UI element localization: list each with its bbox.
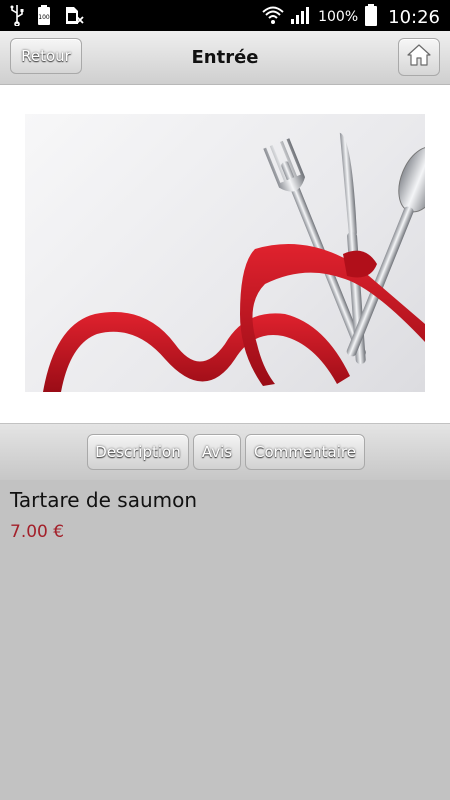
tab-commentaire[interactable]: Commentaire: [245, 434, 365, 470]
clock: 10:26: [388, 6, 440, 28]
sim-blocked-icon: [64, 4, 84, 30]
tab-description[interactable]: Description: [87, 434, 189, 470]
photo-area: [0, 85, 450, 423]
battery-100-icon: 100: [36, 4, 52, 30]
page-title: Entrée: [191, 47, 259, 68]
status-bar: 100 100% 10:26: [0, 0, 450, 31]
tab-bar: Description Avis Commentaire: [0, 424, 450, 480]
signal-icon: [290, 5, 312, 29]
cutlery-with-red-ribbon-image: [43, 132, 425, 392]
svg-text:100: 100: [38, 14, 50, 21]
dish-name: Tartare de saumon: [10, 488, 198, 512]
notification-icons: 100: [10, 4, 84, 30]
tab-avis[interactable]: Avis: [193, 434, 241, 470]
usb-icon: [10, 4, 24, 30]
back-button[interactable]: Retour: [10, 38, 82, 74]
battery-percent: 100%: [318, 9, 359, 25]
battery-icon: [364, 3, 378, 31]
home-icon: [406, 43, 432, 71]
wifi-icon: [262, 5, 284, 29]
title-bar: Retour Entrée: [0, 31, 450, 85]
system-icons: 100% 10:26: [262, 3, 440, 31]
dish-price: 7.00 €: [10, 522, 65, 542]
dish-photo: [25, 114, 425, 392]
home-button[interactable]: [398, 38, 440, 76]
